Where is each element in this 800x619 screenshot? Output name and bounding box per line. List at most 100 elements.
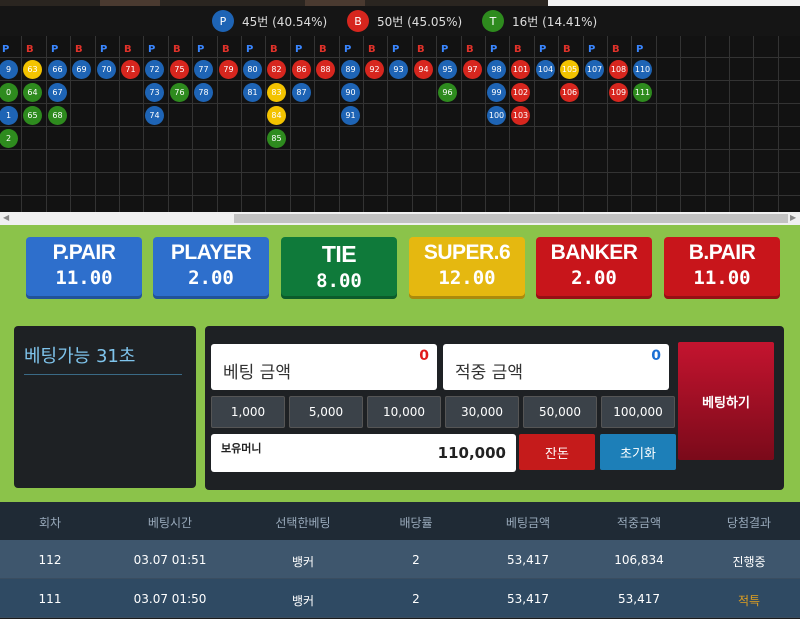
row-bet-amount: 53,417 bbox=[507, 553, 549, 567]
road-header-label: P bbox=[490, 44, 498, 55]
bet-option-odds: 8.00 bbox=[316, 270, 362, 292]
remainder-button[interactable]: 잔돈 bbox=[519, 434, 595, 470]
bet-pplayer-pair-button[interactable]: P.PAIR 11.00 bbox=[26, 237, 142, 299]
chip-1000-button[interactable]: 1,000 bbox=[211, 396, 285, 428]
road-bead: 70 bbox=[97, 60, 116, 79]
row-bet-time: 03.07 01:50 bbox=[133, 592, 207, 606]
row-result: 진행중 bbox=[732, 555, 766, 569]
road-header-label: B bbox=[270, 44, 278, 55]
bet-super6-button[interactable]: SUPER.6 12.00 bbox=[409, 237, 525, 299]
road-bead: 91 bbox=[341, 106, 360, 125]
header-odds: 배당률 bbox=[399, 516, 433, 530]
road-bead: 64 bbox=[23, 83, 42, 102]
road-bead: 73 bbox=[145, 83, 164, 102]
road-bead: 82 bbox=[267, 60, 286, 79]
road-bead: 63 bbox=[23, 60, 42, 79]
grid-line bbox=[143, 36, 144, 212]
grid-line bbox=[241, 36, 242, 212]
scroll-right-arrow-icon[interactable]: ▶ bbox=[790, 213, 796, 222]
row-win-amount: 53,417 bbox=[618, 592, 660, 606]
chip-10000-button[interactable]: 10,000 bbox=[367, 396, 441, 428]
grid-line bbox=[534, 36, 535, 212]
grid-line bbox=[680, 36, 681, 212]
grid-line bbox=[656, 36, 657, 212]
reset-button[interactable]: 초기화 bbox=[600, 434, 676, 470]
chip-5000-button[interactable]: 5,000 bbox=[289, 396, 363, 428]
road-bead: 79 bbox=[219, 60, 238, 79]
road-bead: 0 bbox=[0, 83, 18, 102]
grid-line bbox=[729, 36, 730, 212]
road-bead: 78 bbox=[194, 83, 213, 102]
road-bead: 105 bbox=[560, 60, 579, 79]
grid-line bbox=[46, 36, 47, 212]
road-header-label: B bbox=[368, 44, 376, 55]
road-bead: 83 bbox=[267, 83, 286, 102]
road-bead: 97 bbox=[463, 60, 482, 79]
win-amount-field: 적중 금액 0 bbox=[443, 344, 669, 390]
bet-input-area: 베팅가능 31초 베팅 금액 0 적중 금액 0 1,000 5,000 10,… bbox=[0, 320, 800, 502]
grid-line bbox=[705, 36, 706, 212]
road-header-label: P bbox=[636, 44, 644, 55]
road-bead: 65 bbox=[23, 106, 42, 125]
table-row: 111 03.07 01:50 뱅커 2 53,417 53,417 적특 bbox=[0, 579, 800, 618]
timer-divider bbox=[24, 374, 182, 375]
road-bead: 100 bbox=[487, 106, 506, 125]
table-row: 112 03.07 01:51 뱅커 2 53,417 106,834 진행중 bbox=[0, 540, 800, 579]
bet-tie-button[interactable]: TIE 8.00 bbox=[281, 237, 397, 299]
scroll-left-arrow-icon[interactable]: ◀ bbox=[3, 213, 9, 222]
bet-player-button[interactable]: PLAYER 2.00 bbox=[153, 237, 269, 299]
player-stat: P 45번 (40.54%) bbox=[212, 10, 327, 32]
chip-100000-button[interactable]: 100,000 bbox=[601, 396, 675, 428]
bet-amount-value: 0 bbox=[419, 348, 429, 364]
bet-amount-label: 베팅 금액 bbox=[223, 363, 291, 383]
grid-line bbox=[21, 36, 22, 212]
grid-line bbox=[583, 36, 584, 212]
bet-amount-field[interactable]: 베팅 금액 0 bbox=[211, 344, 437, 390]
road-bead: 109 bbox=[609, 83, 628, 102]
bead-road-grid: P B P B P B P B P B P B P B P B P B P B P B P B P B P 9 0 1 2 63 64 65 66 6… bbox=[0, 36, 800, 219]
tie-stat: T 16번 (14.41%) bbox=[482, 10, 597, 32]
road-bead: 68 bbox=[48, 106, 67, 125]
bet-option-odds: 2.00 bbox=[571, 267, 617, 289]
row-odds: 2 bbox=[412, 592, 420, 606]
road-header-label: P bbox=[148, 44, 156, 55]
bet-option-name: BANKER bbox=[550, 241, 638, 264]
scroll-thumb[interactable] bbox=[234, 214, 788, 223]
road-bead: 111 bbox=[633, 83, 652, 102]
row-win-amount: 106,834 bbox=[614, 553, 664, 567]
balance-label: 보유머니 bbox=[221, 442, 262, 455]
bet-banker-pair-button[interactable]: B.PAIR 11.00 bbox=[664, 237, 780, 299]
road-bead: 75 bbox=[170, 60, 189, 79]
grid-line bbox=[119, 36, 120, 212]
banker-stat: B 50번 (45.05%) bbox=[347, 10, 462, 32]
bet-option-name: P.PAIR bbox=[52, 241, 116, 264]
road-bead: 88 bbox=[316, 60, 335, 79]
grid-line bbox=[412, 36, 413, 212]
result-stats-bar: P 45번 (40.54%) B 50번 (45.05%) T 16번 (14.… bbox=[0, 6, 800, 36]
road-bead: 81 bbox=[243, 83, 262, 102]
bet-banker-button[interactable]: BANKER 2.00 bbox=[536, 237, 652, 299]
grid-line bbox=[339, 36, 340, 212]
header-round: 회차 bbox=[38, 516, 62, 530]
road-bead: 89 bbox=[341, 60, 360, 79]
betting-timer: 베팅가능 31초 bbox=[24, 346, 136, 367]
place-bet-button[interactable]: 베팅하기 bbox=[678, 342, 774, 460]
bet-option-odds: 11.00 bbox=[55, 267, 113, 289]
win-amount-value: 0 bbox=[651, 348, 661, 364]
road-bead: 96 bbox=[438, 83, 457, 102]
grid-line bbox=[753, 36, 754, 212]
header-bet-amount: 베팅금액 bbox=[505, 516, 551, 530]
row-selected-bet: 뱅커 bbox=[291, 594, 315, 608]
road-bead: 98 bbox=[487, 60, 506, 79]
chip-30000-button[interactable]: 30,000 bbox=[445, 396, 519, 428]
road-scrollbar[interactable]: ◀ ▶ bbox=[0, 212, 800, 225]
bet-option-name: SUPER.6 bbox=[423, 241, 511, 264]
road-bead: 80 bbox=[243, 60, 262, 79]
road-header-label: B bbox=[319, 44, 327, 55]
bet-option-name: TIE bbox=[321, 241, 357, 267]
road-bead: 90 bbox=[341, 83, 360, 102]
road-bead: 76 bbox=[170, 83, 189, 102]
road-header-label: P bbox=[51, 44, 59, 55]
road-header-label: P bbox=[100, 44, 108, 55]
chip-50000-button[interactable]: 50,000 bbox=[523, 396, 597, 428]
